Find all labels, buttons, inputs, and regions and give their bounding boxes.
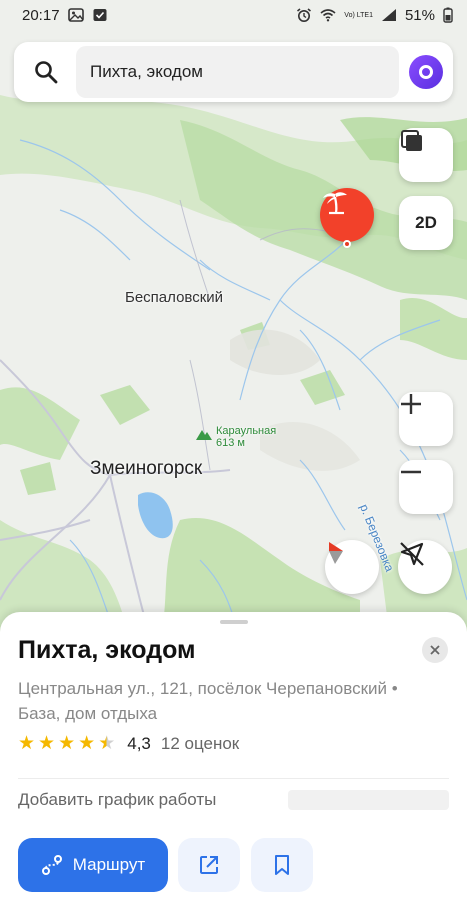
compass-icon [329, 542, 343, 564]
rating-value: 4,3 [127, 734, 151, 753]
rating-stars: ★ ★ ★ ★ ★ [18, 734, 115, 754]
search-input[interactable]: Пихта, экодом [76, 46, 399, 98]
compass-button[interactable] [325, 540, 379, 594]
place-card: Пихта, экодом Центральная ул., 121, посё… [0, 612, 467, 900]
place-address: Центральная ул., 121, посёлок Черепановс… [18, 679, 398, 723]
location-button[interactable] [398, 540, 452, 594]
peak-name: Караульная [216, 425, 277, 437]
bookmark-button[interactable] [251, 838, 313, 892]
bookmark-icon [275, 855, 289, 875]
loading-placeholder [288, 790, 449, 810]
layers-icon [401, 130, 422, 151]
signal-icon [381, 9, 396, 21]
palm-tree-icon [323, 192, 347, 215]
view-2d-button[interactable]: 2D [399, 196, 453, 250]
zoom-out-button[interactable] [399, 460, 453, 514]
voice-assistant-button[interactable] [409, 55, 443, 89]
search-bar: Пихта, экодом [14, 42, 453, 102]
search-button[interactable] [24, 50, 68, 94]
place-title: Пихта, экодом [18, 636, 196, 664]
route-label: Маршрут [72, 855, 146, 874]
star-icon: ★ [38, 733, 56, 754]
shield-check-icon [93, 9, 107, 21]
divider [18, 778, 449, 779]
star-icon: ★ [58, 733, 76, 754]
rating-count: 12 оценок [160, 734, 240, 753]
place-pin-point [343, 240, 351, 248]
alarm-icon [297, 8, 312, 22]
status-time: 20:17 [22, 6, 60, 24]
star-half-icon: ★ [98, 733, 116, 754]
plus-icon [401, 394, 421, 414]
minus-icon [401, 470, 421, 474]
star-icon: ★ [18, 733, 36, 754]
share-icon [200, 856, 218, 874]
mountain-icon [196, 430, 212, 440]
peak-height: 613 м [216, 437, 245, 449]
route-button[interactable]: Маршрут [18, 838, 168, 892]
close-icon [430, 645, 440, 655]
map-label-city: Змеиногорск [90, 458, 203, 479]
battery-icon [443, 7, 453, 23]
battery-level: 51% [404, 6, 435, 24]
route-icon [41, 855, 62, 875]
status-bar: 20:17 Vo) LTE1 51% [0, 0, 467, 30]
sheet-handle[interactable] [220, 620, 248, 624]
assistant-icon [419, 65, 433, 79]
search-icon [35, 61, 58, 84]
location-off-icon [400, 542, 424, 566]
wifi-icon [320, 9, 336, 22]
zoom-in-button[interactable] [399, 392, 453, 446]
map-label-peak: Караульная 613 м [216, 425, 276, 449]
add-hours-link[interactable]: Добавить график работы [18, 790, 216, 810]
close-button[interactable] [422, 637, 448, 663]
lte-label: Vo) LTE1 [344, 11, 373, 19]
map-label-village: Беспаловский [125, 289, 224, 306]
place-rating[interactable]: ★ ★ ★ ★ ★ 4,3 12 оценок [18, 734, 239, 754]
layers-button[interactable] [399, 128, 453, 182]
place-pin[interactable] [320, 188, 374, 242]
star-icon: ★ [78, 733, 96, 754]
gallery-icon [67, 8, 84, 22]
share-button[interactable] [178, 838, 240, 892]
